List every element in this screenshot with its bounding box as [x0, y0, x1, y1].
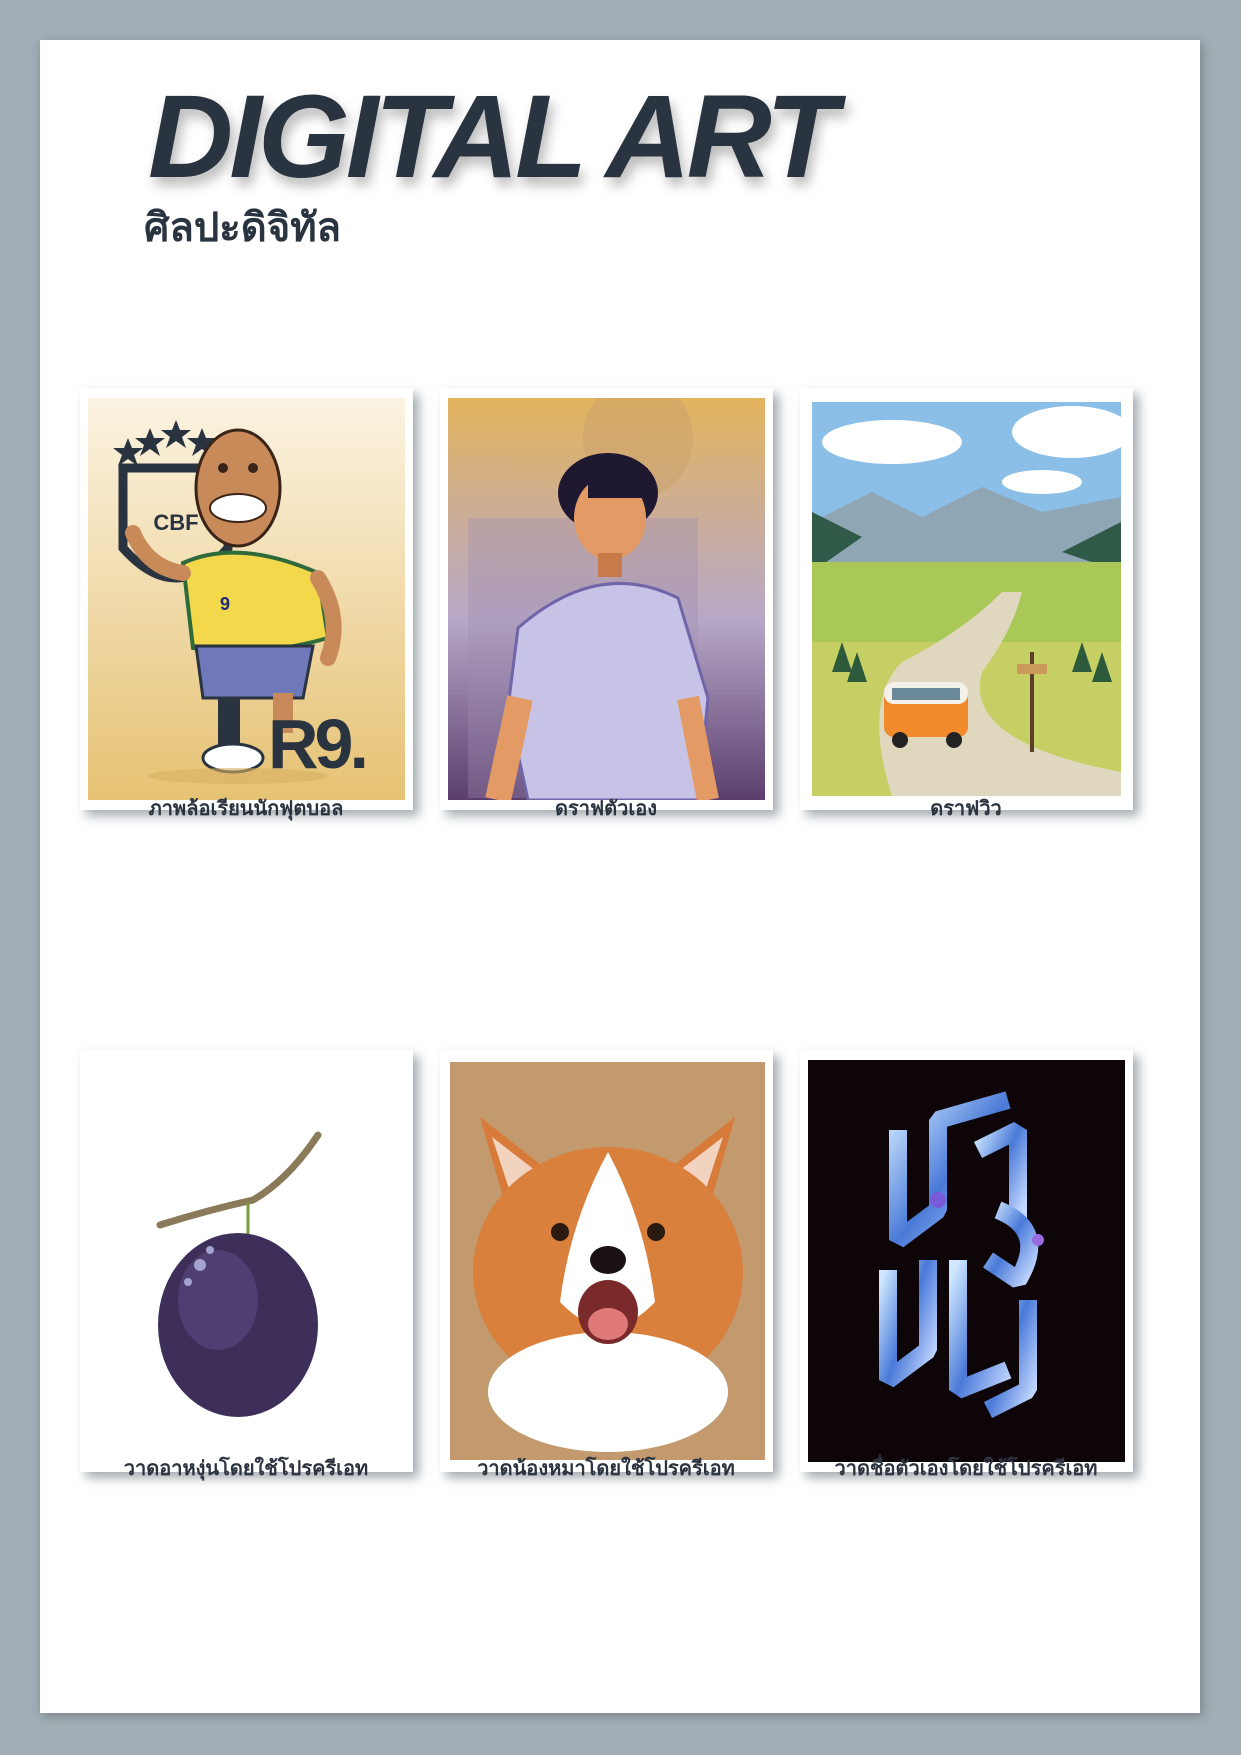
caption-landscape: ดราฟวิว [930, 796, 1002, 820]
badge-text: R9. [268, 705, 365, 783]
art-card-lettering[interactable] [800, 1050, 1133, 1472]
name-lettering-image [808, 1060, 1125, 1462]
caption-lettering: วาดชื่อตัวเองโดยใช้โปรครีเอท [834, 1456, 1098, 1480]
crest-text: CBF [153, 510, 198, 535]
page-sheet: DIGITAL ART ศิลปะดิจิทัล CBF 9 R9. ภาพล้… [40, 40, 1200, 1713]
page-subtitle: ศิลปะดิจิทัล [144, 205, 342, 251]
art-card-plum[interactable] [80, 1050, 413, 1472]
jersey-number-text: 9 [220, 594, 230, 614]
landscape-van-image [812, 402, 1121, 796]
caption-self-portrait: ดราฟตัวเอง [555, 796, 657, 820]
caption-football: ภาพล้อเรียนนักฟุตบอล [148, 796, 344, 820]
art-card-self-portrait[interactable] [440, 388, 773, 810]
corgi-dog-image [450, 1062, 765, 1460]
art-card-football[interactable]: CBF 9 R9. [80, 388, 413, 810]
football-caricature-image: CBF 9 R9. [88, 398, 405, 800]
caption-corgi: วาดน้องหมาโดยใช้โปรครีเอท [477, 1456, 735, 1480]
plum-fruit-image [88, 1060, 405, 1462]
art-card-landscape[interactable] [800, 388, 1133, 810]
page-title: DIGITAL ART [148, 71, 838, 203]
art-card-corgi[interactable] [440, 1050, 773, 1472]
self-portrait-image [448, 398, 765, 800]
caption-plum: วาดอาหงุ่นโดยใช้โปรครีเอท [123, 1456, 369, 1480]
